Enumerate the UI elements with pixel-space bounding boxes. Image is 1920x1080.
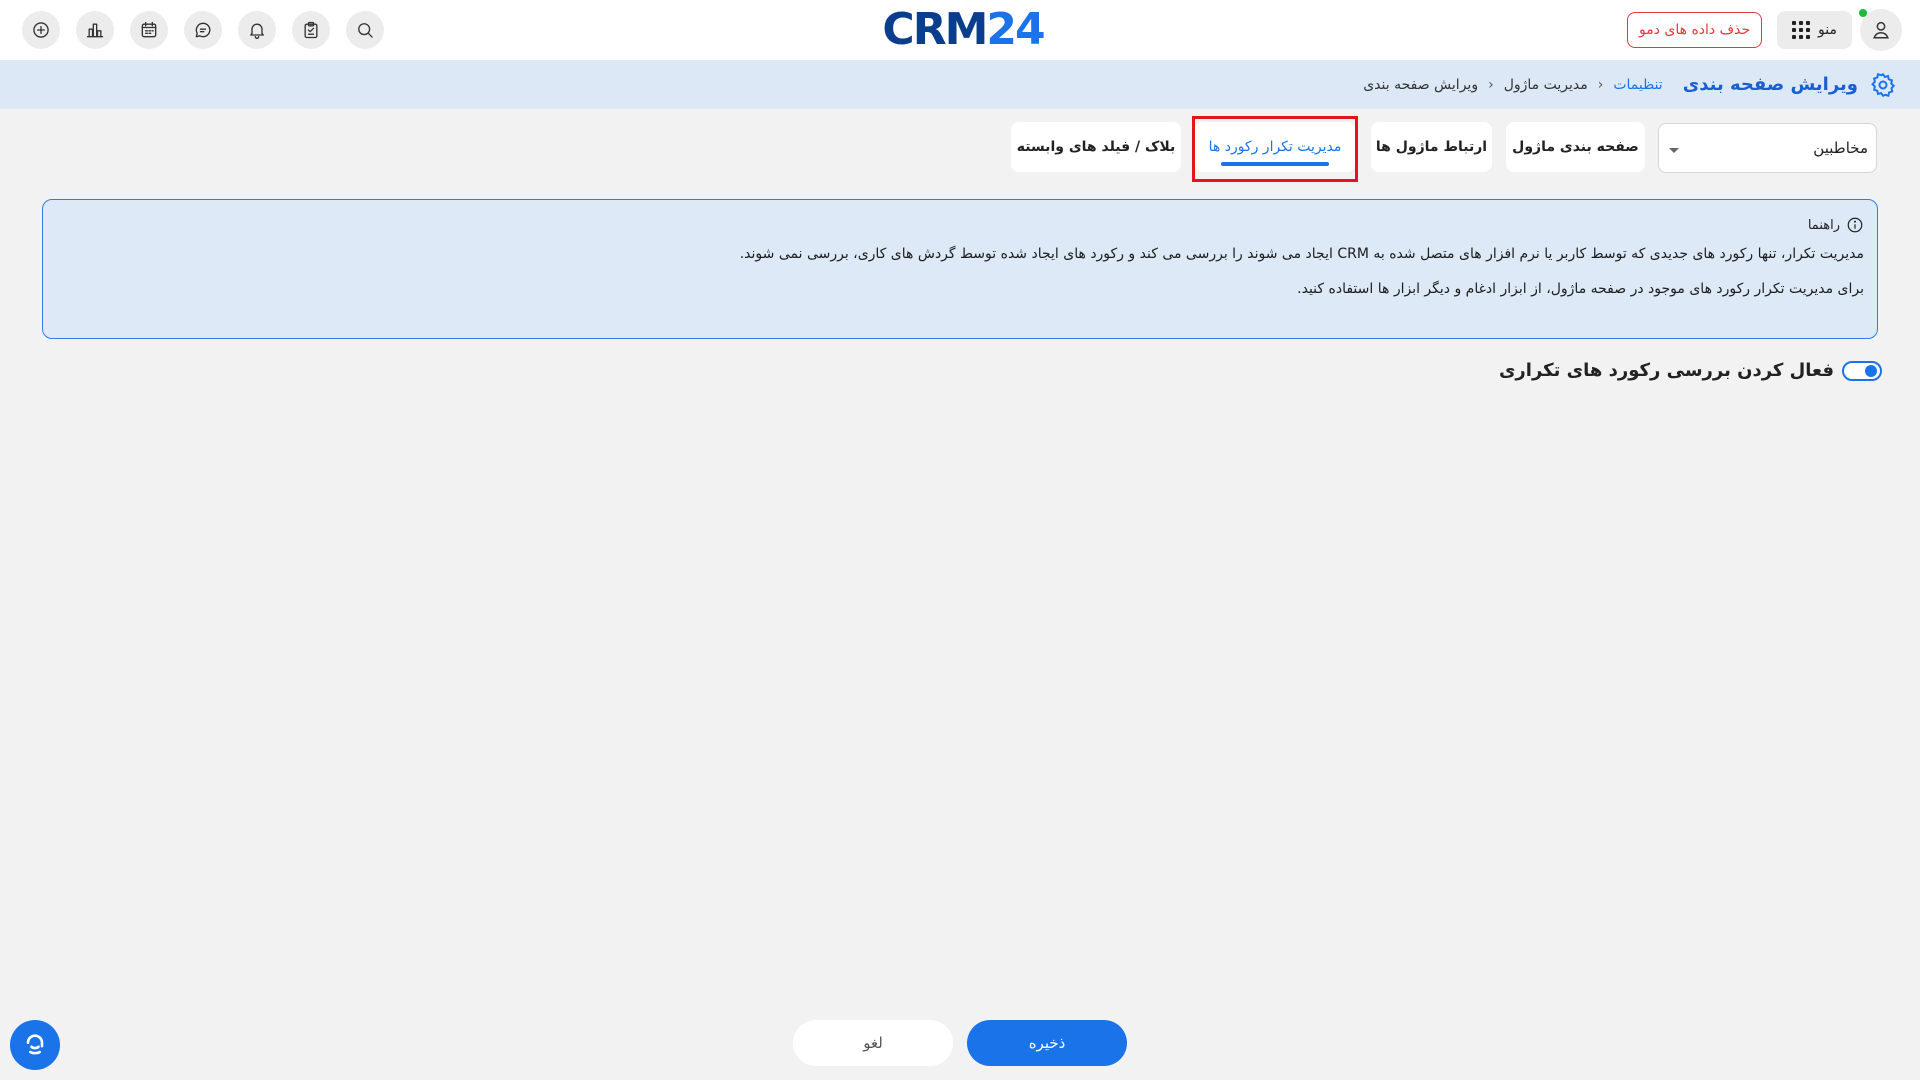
search-button[interactable] [346, 11, 384, 49]
crm24-logo[interactable]: CRM 24 [882, 4, 1045, 55]
bell-icon [250, 23, 264, 39]
breadcrumb: ویرایش صفحه بندی تنظیمات ‹ مدیریت ماژول … [1363, 60, 1898, 109]
module-select-value: مخاطبین [1813, 139, 1868, 157]
support-chat-button[interactable] [10, 1020, 60, 1070]
notifications-button[interactable] [238, 11, 276, 49]
help-text-line2: برای مدیریت تکرار رکورد های موجود در صفح… [1297, 281, 1864, 297]
logo-text-crm: CRM [882, 3, 988, 55]
breadcrumb-separator: ‹ [1597, 76, 1604, 93]
delete-demo-data-button[interactable]: حذف داده های دمو [1627, 12, 1763, 48]
search-icon [358, 23, 373, 38]
help-header: راهنما [56, 216, 1864, 234]
add-button[interactable] [22, 11, 60, 49]
gear-icon [1868, 70, 1898, 100]
help-title: راهنما [1807, 217, 1840, 233]
active-tab-indicator [1221, 162, 1329, 166]
help-panel: راهنما مدیریت تکرار، تنها رکورد های جدید… [42, 199, 1878, 339]
breadcrumb-current: ویرایش صفحه بندی [1363, 76, 1479, 93]
clipboard-icon [304, 21, 318, 39]
reports-button[interactable] [76, 11, 114, 49]
calendar-icon [141, 21, 157, 38]
user-profile-button[interactable] [1860, 9, 1902, 51]
tab-module-layout[interactable]: صفحه بندی ماژول [1506, 122, 1645, 172]
breadcrumb-settings[interactable]: تنظیمات [1613, 77, 1662, 93]
tab-duplicate-management[interactable]: مدیریت تکرار رکورد ها [1195, 122, 1355, 172]
apps-grid-icon [1792, 21, 1811, 39]
logo-text-24: 24 [986, 3, 1045, 55]
breadcrumb-module-management[interactable]: مدیریت ماژول [1504, 77, 1588, 93]
chat-button[interactable] [184, 11, 222, 49]
module-select[interactable]: مخاطبین [1658, 123, 1877, 173]
chat-icon [195, 22, 211, 38]
menu-label: منو [1818, 22, 1837, 38]
duplicate-check-label: فعال کردن بررسی رکورد های تکراری [1498, 360, 1834, 381]
save-button[interactable]: ذخیره [967, 1020, 1127, 1066]
apps-menu-button[interactable]: منو [1777, 11, 1852, 49]
cancel-button[interactable]: لغو [793, 1020, 953, 1066]
toggle-knob [1865, 364, 1877, 377]
breadcrumb-bar: ویرایش صفحه بندی تنظیمات ‹ مدیریت ماژول … [0, 60, 1920, 109]
duplicate-check-row: فعال کردن بررسی رکورد های تکراری [1499, 360, 1882, 381]
tab-label: بلاک / فیلد های وابسته [1016, 139, 1176, 155]
tab-module-relations[interactable]: ارتباط ماژول ها [1371, 122, 1492, 172]
tab-label: صفحه بندی ماژول [1512, 139, 1639, 155]
tasks-button[interactable] [292, 11, 330, 49]
online-status-dot [1859, 9, 1867, 17]
help-text-line1: مدیریت تکرار، تنها رکورد های جدیدی که تو… [739, 246, 1864, 262]
tab-label: ارتباط ماژول ها [1375, 139, 1488, 155]
tab-label: مدیریت تکرار رکورد ها [1208, 139, 1342, 155]
chart-icon [86, 23, 104, 38]
breadcrumb-separator: ‹ [1488, 76, 1494, 93]
user-icon [1873, 21, 1889, 39]
page-title: ویرایش صفحه بندی [1682, 74, 1858, 95]
add-icon [33, 22, 49, 38]
tab-dependent-blocks-fields[interactable]: بلاک / فیلد های وابسته [1011, 122, 1181, 172]
calendar-button[interactable] [130, 11, 168, 49]
duplicate-check-toggle[interactable] [1842, 360, 1882, 381]
chevron-down-icon [1669, 147, 1679, 153]
info-icon [1846, 216, 1864, 234]
top-header: CRM 24 حذف داده های دمو منو [0, 0, 1920, 60]
support-icon [26, 1034, 44, 1055]
